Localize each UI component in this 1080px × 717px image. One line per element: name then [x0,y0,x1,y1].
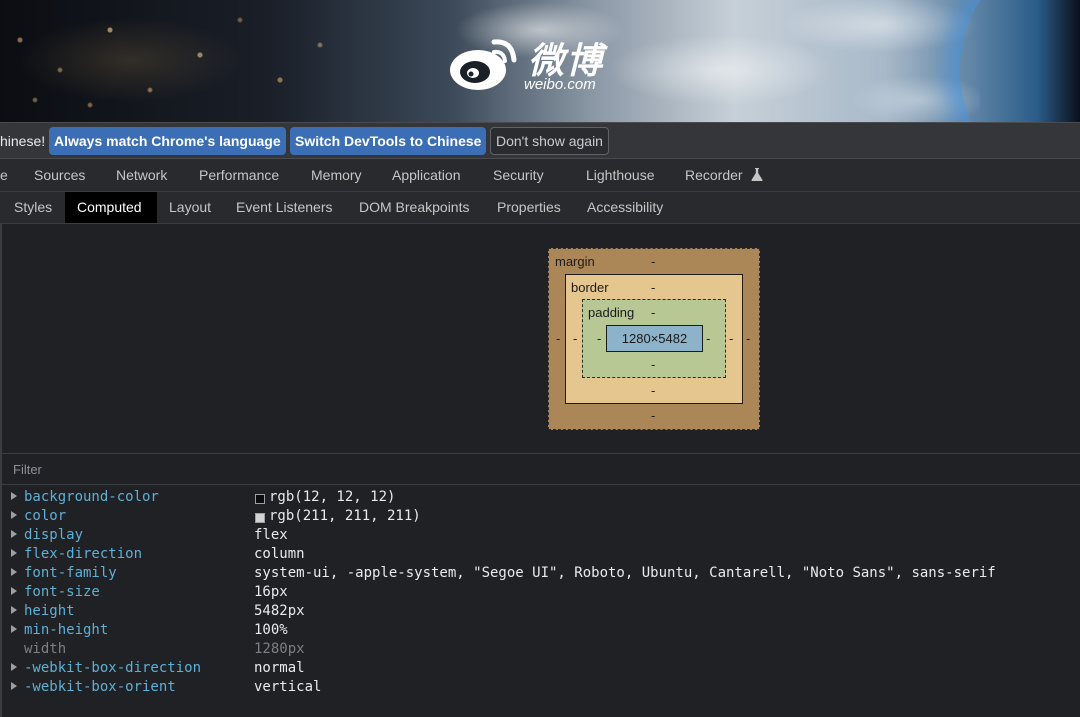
tab-accessibility[interactable]: Accessibility [575,192,675,223]
tab-computed[interactable]: Computed [65,192,157,223]
property-row-font-family[interactable]: font-family system-ui, -apple-system, "S… [2,565,1080,584]
property-row-height[interactable]: height 5482px [2,603,1080,622]
expand-arrow-icon[interactable] [11,549,17,557]
border-top-value[interactable]: - [651,280,655,295]
margin-right-value[interactable]: - [746,331,750,346]
property-name: display [24,527,84,543]
earth-horizon [960,0,1080,122]
computed-filter-input[interactable] [11,461,315,478]
property-row-min-height[interactable]: min-height 100% [2,622,1080,641]
border-bottom-value[interactable]: - [651,383,655,398]
tab-console[interactable]: e [0,167,8,183]
property-name: -webkit-box-orient [24,679,176,695]
expand-arrow-icon[interactable] [11,492,17,500]
tab-styles[interactable]: Styles [2,192,64,223]
property-value: rgb(12, 12, 12) [269,489,396,505]
property-value: normal [254,660,305,676]
expand-arrow-icon[interactable] [11,587,17,595]
property-name: -webkit-box-direction [24,660,202,676]
color-swatch[interactable] [255,513,265,523]
property-name: background-color [24,489,159,505]
tab-event-listeners[interactable]: Event Listeners [224,192,345,223]
margin-top-value[interactable]: - [651,254,655,269]
experimental-flask-icon [751,168,763,181]
box-model-content-size[interactable]: 1280×5482 [606,325,703,352]
padding-top-value[interactable]: - [651,305,655,320]
elements-sidebar-tabs: Styles Computed Layout Event Listeners D… [0,192,1080,224]
property-name: flex-direction [24,546,143,562]
weibo-logo[interactable]: 微博 weibo.com [448,30,638,100]
property-value: 16px [254,584,288,600]
property-value: 5482px [254,603,305,619]
tab-performance[interactable]: Performance [199,167,279,183]
margin-left-value[interactable]: - [556,331,560,346]
property-row-font-size[interactable]: font-size 16px [2,584,1080,603]
always-match-language-button[interactable]: Always match Chrome's language [49,127,286,155]
property-row-width[interactable]: width 1280px [2,641,1080,660]
property-value: flex [254,527,288,543]
tab-lighthouse[interactable]: Lighthouse [586,167,655,183]
devtools-window: 微博 weibo.com hinese! Always match Chrome… [0,0,1080,717]
property-row-background-color[interactable]: background-color rgb(12, 12, 12) [2,489,1080,508]
border-label: border [571,280,609,295]
expand-arrow-icon[interactable] [11,511,17,519]
margin-label: margin [555,254,595,269]
weibo-logo-domain: weibo.com [524,76,596,93]
tab-application[interactable]: Application [392,167,461,183]
margin-bottom-value[interactable]: - [651,408,655,423]
tab-security[interactable]: Security [493,167,544,183]
expand-arrow-icon[interactable] [11,606,17,614]
property-value: system-ui, -apple-system, "Segoe UI", Ro… [254,565,996,581]
padding-label: padding [588,305,635,320]
earth-city-lights [0,0,380,122]
expand-arrow-icon[interactable] [11,568,17,576]
tab-layout[interactable]: Layout [157,192,223,223]
property-name: height [24,603,75,619]
computed-filter-bar [0,453,1080,485]
property-value: 1280px [254,641,305,657]
switch-to-chinese-button[interactable]: Switch DevTools to Chinese [290,127,487,155]
property-row-webkit-box-direction[interactable]: -webkit-box-direction normal [2,660,1080,679]
property-row-color[interactable]: color rgb(211, 211, 211) [2,508,1080,527]
property-name: width [24,641,67,657]
weibo-eye-icon [450,39,517,90]
property-row-webkit-box-orient[interactable]: -webkit-box-orient vertical [2,679,1080,698]
expand-arrow-icon[interactable] [11,682,17,690]
property-value: rgb(211, 211, 211) [269,508,421,524]
box-model-pane [0,224,1080,453]
border-left-value[interactable]: - [573,331,577,346]
property-row-display[interactable]: display flex [2,527,1080,546]
color-swatch[interactable] [255,494,265,504]
property-name: color [24,508,67,524]
property-value: vertical [254,679,322,695]
tab-network[interactable]: Network [116,167,167,183]
property-row-flex-direction[interactable]: flex-direction column [2,546,1080,565]
tab-dom-breakpoints[interactable]: DOM Breakpoints [347,192,481,223]
tab-properties[interactable]: Properties [485,192,573,223]
expand-arrow-icon[interactable] [11,530,17,538]
property-value: 100% [254,622,288,638]
padding-bottom-value[interactable]: - [651,357,655,372]
expand-arrow-icon[interactable] [11,625,17,633]
tab-sources[interactable]: Sources [34,167,85,183]
devtools-panel-tabs: e Sources Network Performance Memory App… [0,159,1080,192]
property-name: font-family [24,565,117,581]
dont-show-again-button[interactable]: Don't show again [490,127,609,155]
property-name: font-size [24,584,100,600]
tab-recorder[interactable]: Recorder [685,167,743,183]
expand-arrow-icon[interactable] [11,663,17,671]
infobar-message: hinese! [0,133,46,149]
padding-left-value[interactable]: - [597,331,601,346]
language-infobar: hinese! Always match Chrome's language S… [0,122,1080,159]
tab-memory[interactable]: Memory [311,167,362,183]
border-right-value[interactable]: - [729,331,733,346]
computed-properties-list: background-color rgb(12, 12, 12) color r… [0,485,1080,717]
padding-right-value[interactable]: - [706,331,710,346]
property-name: min-height [24,622,109,638]
page-banner: 微博 weibo.com [0,0,1080,122]
property-value: column [254,546,305,562]
